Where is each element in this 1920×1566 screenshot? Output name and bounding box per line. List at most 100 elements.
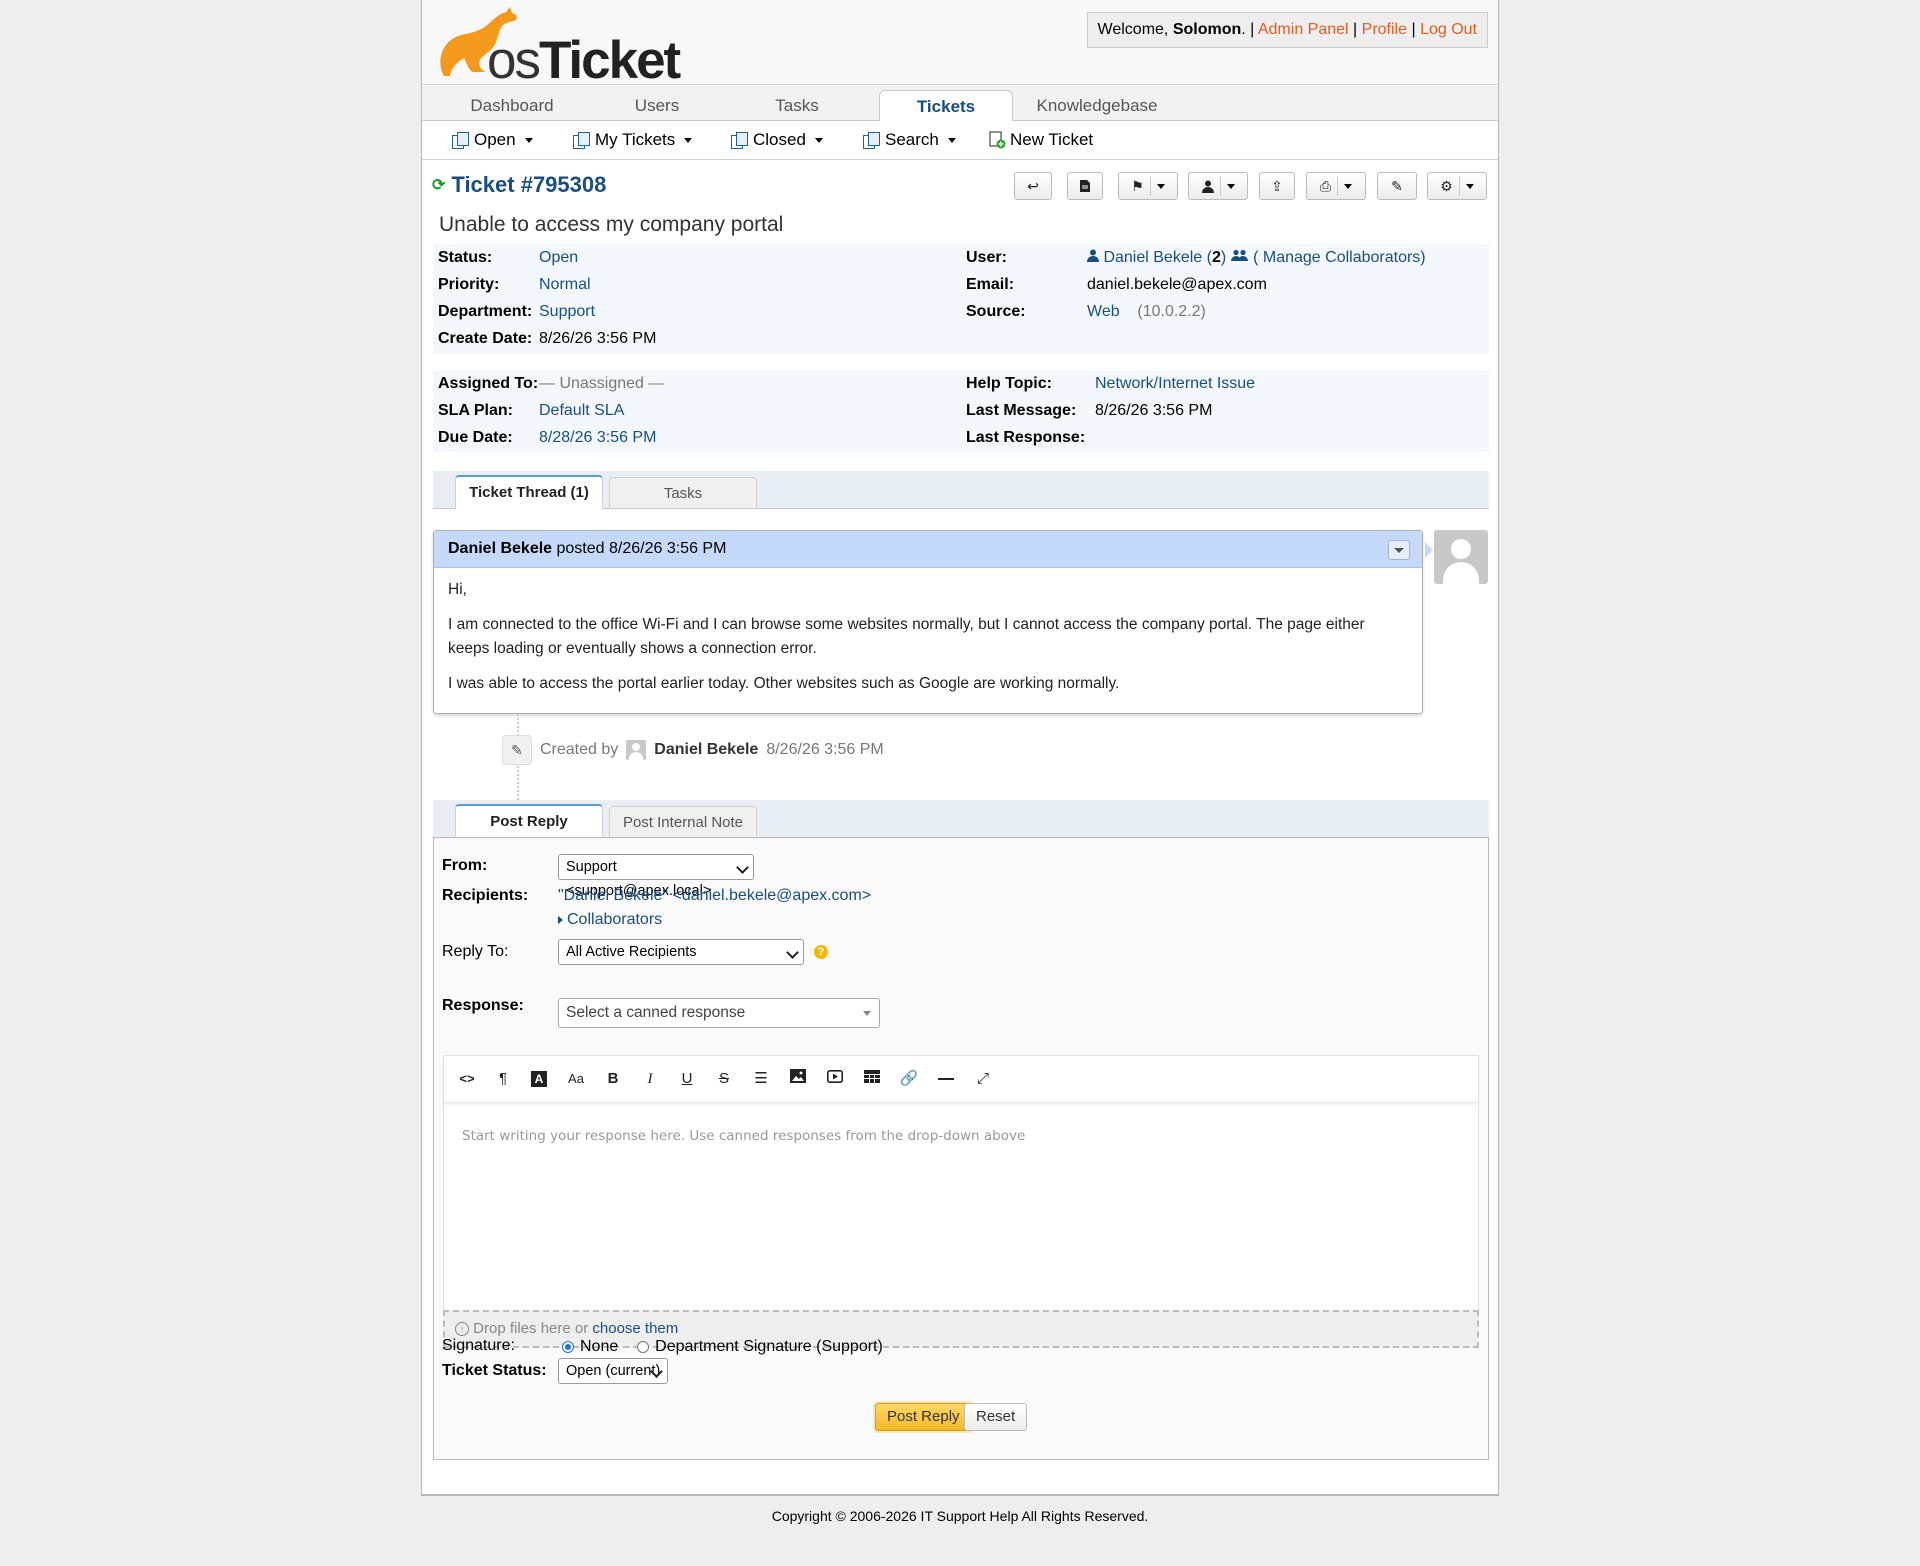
event-created-by: Created by [540, 741, 619, 758]
open-tickets-menu[interactable]: Open [452, 130, 533, 150]
reply-to-select[interactable]: All Active Recipients [558, 939, 804, 965]
italic-icon[interactable]: I [639, 1069, 661, 1089]
assign-menu-button[interactable] [1188, 172, 1248, 200]
choose-files-link[interactable]: choose them [592, 1320, 678, 1337]
font-size-icon[interactable]: Aa [565, 1069, 587, 1089]
count-close-paren: ) [1220, 249, 1227, 266]
due-date-value[interactable]: 8/28/26 3:56 PM [539, 424, 656, 451]
thread-paragraph: Hi, [448, 581, 467, 598]
create-date-label: Create Date: [438, 330, 533, 347]
thread-options-dropdown[interactable] [1388, 540, 1410, 560]
thread-event: ✎ Created by Daniel Bekele 8/26/26 3:56 … [502, 730, 884, 770]
department-value[interactable]: Support [539, 298, 595, 325]
editor-placeholder[interactable]: Start writing your response here. Use ca… [462, 1128, 1025, 1144]
tickets-icon [573, 132, 591, 149]
reply-form: From: Support <support@apex.local> Recip… [433, 837, 1489, 1460]
osticket-logo[interactable]: osTicket [432, 4, 681, 90]
signature-none-radio[interactable] [562, 1340, 574, 1353]
create-date-value: 8/26/26 3:56 PM [539, 330, 657, 347]
link-icon[interactable]: 🔗 [898, 1069, 920, 1089]
due-date-label: Due Date: [438, 429, 513, 446]
collaborators-link[interactable]: Collaborators [567, 911, 662, 928]
event-author: Daniel Bekele [654, 741, 759, 758]
tab-users[interactable]: Users [602, 92, 712, 120]
admin-panel-link[interactable]: Admin Panel [1258, 21, 1349, 38]
edit-button[interactable]: ✎ [1377, 172, 1417, 200]
collaborators-toggle[interactable]: Collaborators [558, 911, 662, 929]
thread-entry: Daniel Bekele posted 8/26/26 3:56 PM Hi,… [433, 530, 1423, 714]
paragraph-icon[interactable]: ¶ [492, 1069, 514, 1089]
tab-post-internal-note[interactable]: Post Internal Note [609, 806, 757, 837]
tab-knowledgebase[interactable]: Knowledgebase [1022, 92, 1172, 120]
signature-options: None Department Signature (Support) [562, 1338, 883, 1356]
code-icon[interactable]: <> [456, 1069, 478, 1089]
email-value: daniel.bekele@apex.com [1087, 276, 1267, 293]
recipients-label: Recipients: [442, 887, 529, 904]
logo-text: osTicket [487, 31, 681, 90]
source-label: Source: [966, 303, 1026, 320]
source-link[interactable]: Web [1087, 303, 1120, 320]
strikethrough-icon[interactable]: S [713, 1069, 735, 1089]
logout-link[interactable]: Log Out [1420, 21, 1477, 38]
user-name-link[interactable]: Daniel Bekele [1103, 249, 1202, 266]
ticket-subject: Unable to access my company portal [439, 213, 784, 236]
transfer-button[interactable]: ⇪ [1259, 172, 1295, 200]
gear-icon: ⚙ [1440, 177, 1453, 194]
tickets-icon [452, 132, 470, 149]
refresh-icon[interactable]: ⟳ [432, 175, 445, 195]
thread-paragraph: I was able to access the portal earlier … [448, 675, 1120, 692]
horizontal-rule-icon[interactable] [935, 1069, 957, 1089]
priority-value[interactable]: Normal [539, 271, 591, 298]
new-ticket-link[interactable]: New Ticket [988, 130, 1093, 150]
tab-tasks[interactable]: Tasks [742, 92, 852, 120]
users-icon [1230, 249, 1248, 261]
ticket-status-select[interactable]: Open (current) [558, 1358, 668, 1384]
thread-tabs: Ticket Thread (1) Tasks [433, 471, 1489, 509]
status-value[interactable]: Open [539, 244, 578, 271]
profile-link[interactable]: Profile [1362, 21, 1407, 38]
user-ticket-count[interactable]: (2) [1207, 249, 1227, 266]
help-icon[interactable]: ? [814, 945, 828, 959]
assigned-label: Assigned To: [438, 375, 539, 392]
thread-posted-time: posted 8/26/26 3:56 PM [552, 540, 727, 557]
bold-icon[interactable]: B [602, 1069, 624, 1089]
tab-dashboard[interactable]: Dashboard [452, 92, 572, 120]
print-pdf-button[interactable] [1067, 172, 1103, 200]
print-menu-button[interactable]: ⎙ [1306, 172, 1366, 200]
flag-menu-button[interactable]: ⚑ [1118, 172, 1178, 200]
source-ip: (10.0.2.2) [1137, 303, 1206, 320]
signature-department-radio[interactable] [637, 1340, 650, 1353]
avatar [1434, 530, 1488, 584]
reset-button[interactable]: Reset [964, 1403, 1028, 1431]
from-select[interactable]: Support <support@apex.local> [558, 854, 754, 899]
sla-value[interactable]: Default SLA [539, 397, 624, 424]
tab-tickets[interactable]: Tickets [879, 90, 1013, 122]
underline-icon[interactable]: U [676, 1069, 698, 1089]
tab-post-reply[interactable]: Post Reply [455, 804, 603, 838]
my-tickets-menu[interactable]: My Tickets [573, 130, 693, 150]
help-topic-label: Help Topic: [966, 375, 1052, 392]
text-color-icon[interactable]: A [528, 1069, 550, 1089]
help-topic-value[interactable]: Network/Internet Issue [1095, 370, 1255, 397]
reply-button[interactable]: ↩ [1014, 172, 1052, 200]
search-menu[interactable]: Search [863, 130, 956, 150]
from-label: From: [442, 857, 488, 874]
post-reply-button[interactable]: Post Reply [875, 1403, 972, 1431]
tab-thread-tasks[interactable]: Tasks [609, 477, 757, 508]
image-icon[interactable] [787, 1069, 809, 1089]
manage-collaborators-link[interactable]: ( Manage Collaborators) [1253, 249, 1426, 266]
thread-author: Daniel Bekele [448, 540, 553, 557]
user-label: User: [966, 249, 1007, 266]
edit-icon: ✎ [1391, 177, 1403, 194]
canned-response-select[interactable]: Select a canned response [558, 998, 880, 1028]
signature-label: Signature: [442, 1337, 515, 1354]
closed-tickets-menu[interactable]: Closed [731, 130, 823, 150]
ticket-title[interactable]: ⟳ Ticket #795308 [432, 172, 606, 198]
recipients-value[interactable]: "Daniel Bekele" <daniel.bekele@apex.com> [558, 887, 871, 905]
fullscreen-icon[interactable]: ⤢ [972, 1069, 994, 1089]
more-menu-button[interactable]: ⚙ [1427, 172, 1487, 200]
list-icon[interactable]: ☰ [750, 1069, 772, 1089]
video-icon[interactable] [824, 1069, 846, 1089]
table-icon[interactable] [861, 1069, 883, 1089]
tab-ticket-thread[interactable]: Ticket Thread (1) [455, 475, 603, 509]
